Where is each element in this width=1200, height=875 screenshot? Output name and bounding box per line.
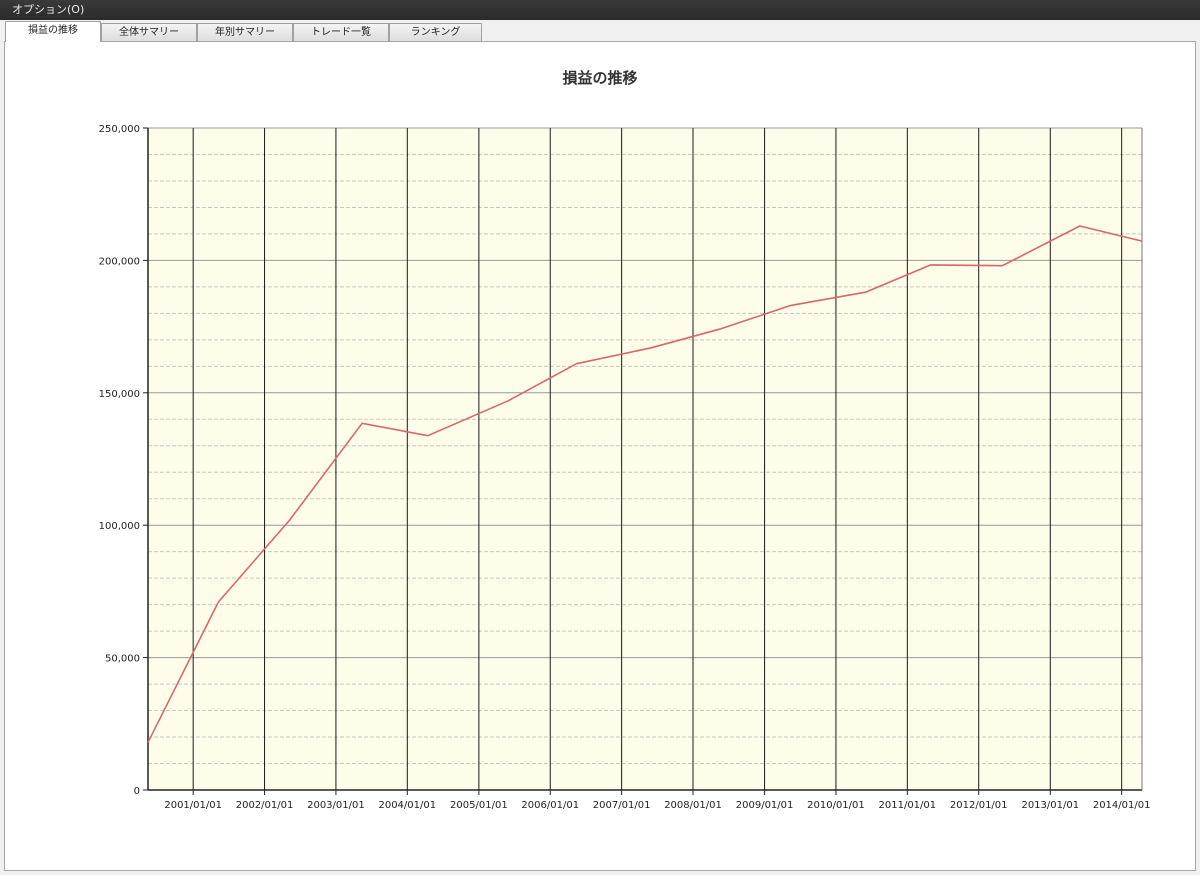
y-tick-label: 100,000 <box>99 521 140 532</box>
tab-profit-trend[interactable]: 損益の推移 <box>5 21 101 42</box>
profit-chart: 損益の推移 0 50,000 100,000 150,000 200,000 250,00… <box>99 69 1151 811</box>
x-tick-label: 2007/01/01 <box>593 800 651 811</box>
x-tick-label: 2010/01/01 <box>807 800 865 811</box>
chart-title: 損益の推移 <box>562 69 637 87</box>
y-tick-label: 0 <box>134 786 140 797</box>
x-tick-label: 2001/01/01 <box>164 800 222 811</box>
x-tick-label: 2004/01/01 <box>378 800 436 811</box>
x-tick-label: 2008/01/01 <box>664 800 722 811</box>
x-tick-label: 2011/01/01 <box>879 800 937 811</box>
x-tick-label: 2005/01/01 <box>450 800 508 811</box>
y-tick-label: 50,000 <box>105 654 140 665</box>
x-tick-label: 2003/01/01 <box>307 800 365 811</box>
y-tick-label: 150,000 <box>99 389 140 400</box>
y-tick-label: 250,000 <box>99 124 140 135</box>
x-tick-label: 2002/01/01 <box>236 800 294 811</box>
y-tick-label: 200,000 <box>99 256 140 267</box>
x-tick-label: 2009/01/01 <box>736 800 794 811</box>
plot-area <box>148 128 1142 790</box>
x-tick-label: 2012/01/01 <box>950 800 1008 811</box>
x-tick-label: 2013/01/01 <box>1021 800 1079 811</box>
x-tick-label: 2006/01/01 <box>521 800 579 811</box>
x-tick-label: 2014/01/01 <box>1093 800 1151 811</box>
